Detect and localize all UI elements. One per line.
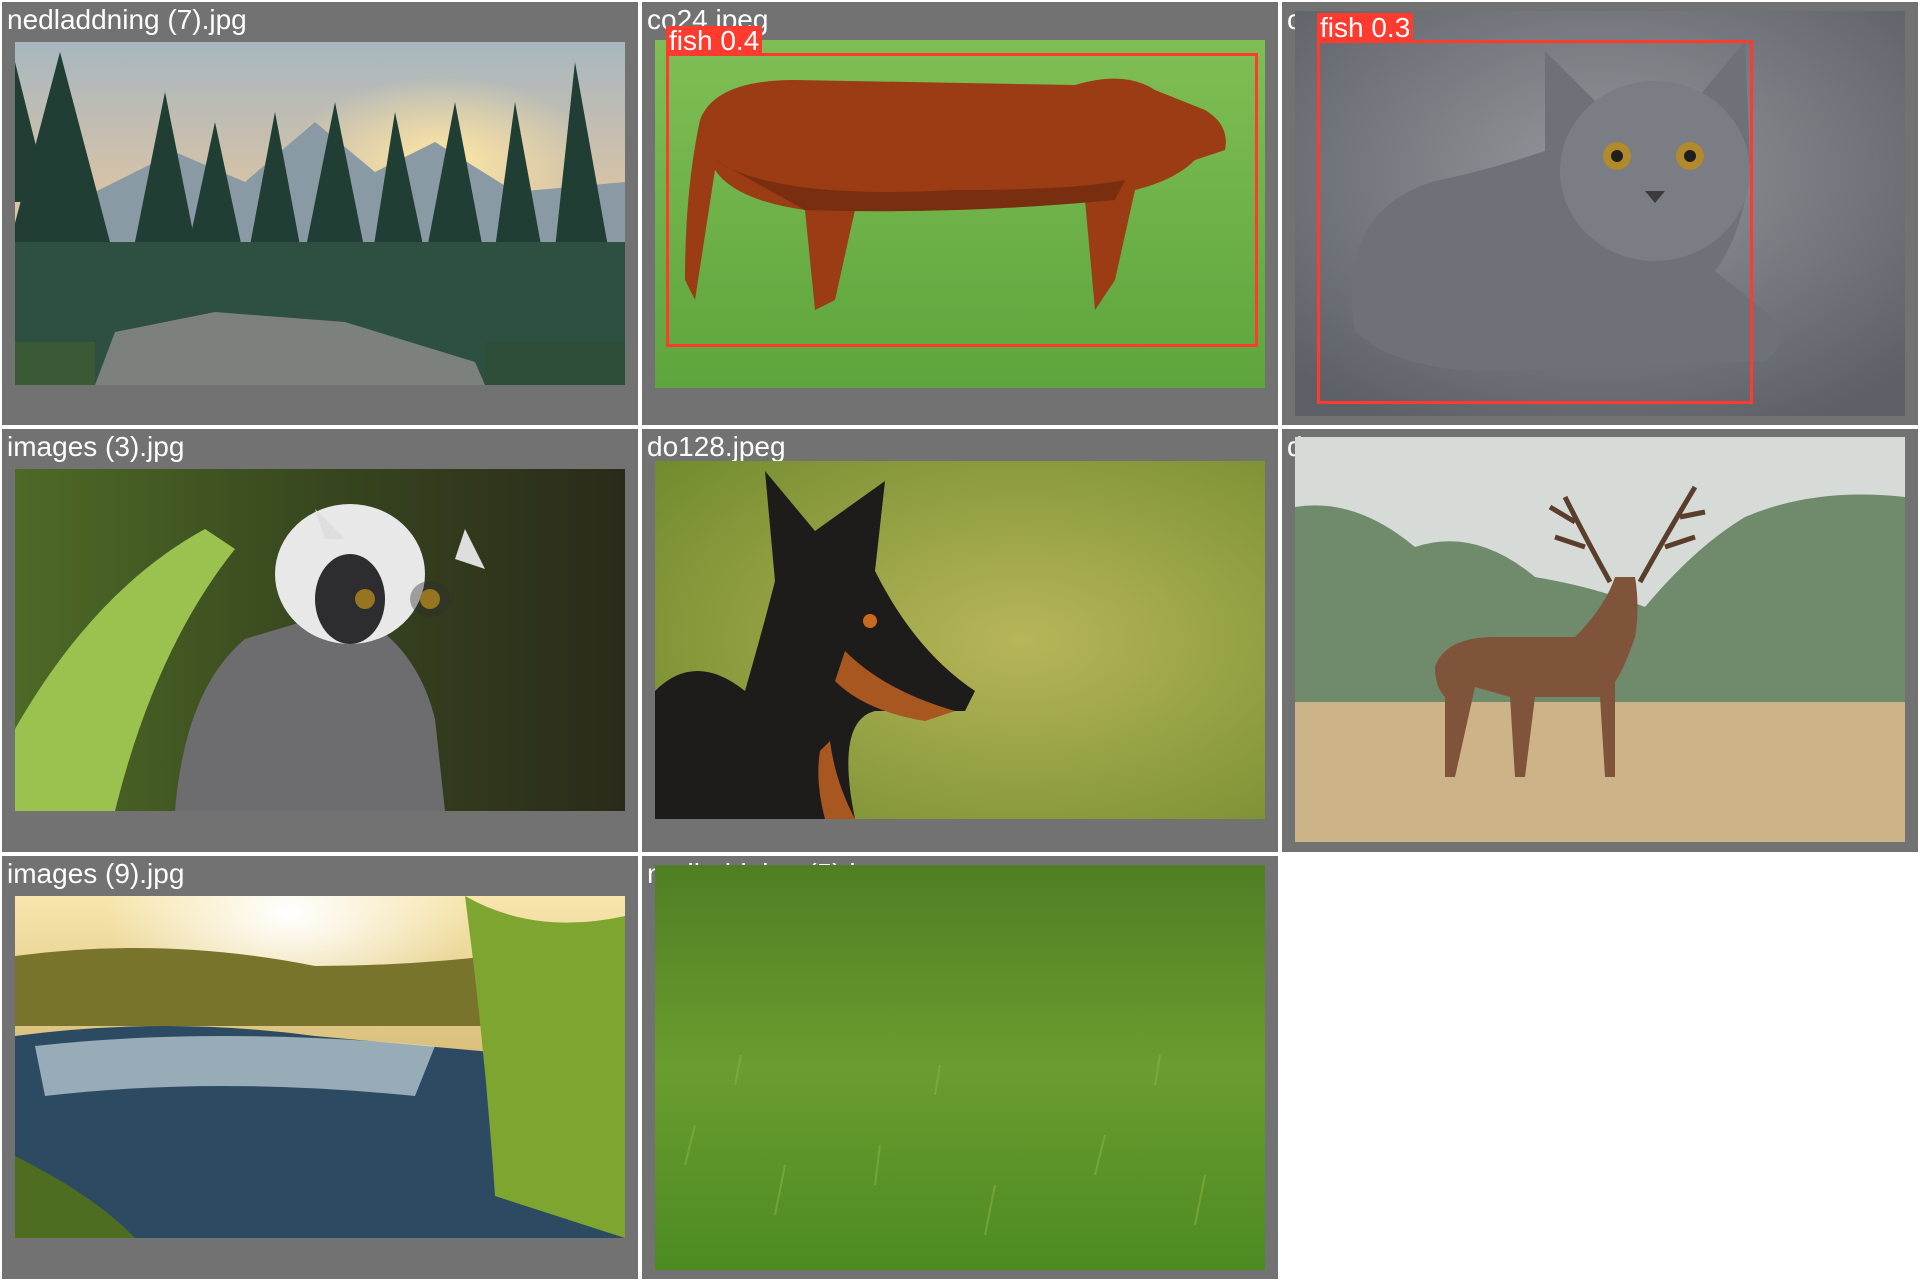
photo-doberman bbox=[655, 461, 1265, 819]
image-tile-6: de bbox=[1282, 429, 1918, 852]
image-tile-8: nedladdning (5).jpg bbox=[642, 856, 1278, 1279]
filename-label: nedladdning (7).jpg bbox=[7, 4, 247, 35]
photo-stream bbox=[15, 896, 625, 1238]
photo-forest-sunset bbox=[15, 42, 625, 385]
image-tile-7: images (9).jpg bbox=[2, 856, 638, 1279]
image-tile-5: do128.jpeg bbox=[642, 429, 1278, 852]
detection-label: fish 0.4 bbox=[666, 26, 763, 56]
photo-grass bbox=[655, 865, 1265, 1270]
image-tile-1: nedladdning (7).jpg bbox=[2, 2, 638, 425]
detection-label: fish 0.3 bbox=[1317, 13, 1414, 43]
filename-label: images (9).jpg bbox=[7, 858, 185, 889]
detection-box bbox=[666, 53, 1258, 347]
image-tile-2: co24.jpeg fish 0.4 bbox=[642, 2, 1278, 425]
filename-label: images (3).jpg bbox=[7, 431, 185, 462]
image-tile-4: images (3).jpg bbox=[2, 429, 638, 852]
photo-lemur bbox=[15, 469, 625, 811]
image-tile-3: ca fish 0.3 bbox=[1282, 2, 1918, 425]
photo-deer bbox=[1295, 437, 1905, 842]
detection-box bbox=[1317, 40, 1753, 404]
filename-label: do128.jpeg bbox=[647, 431, 786, 462]
detection-results-grid: nedladdning (7).jpg co24.jpeg fish 0.4 f… bbox=[0, 0, 1920, 1281]
